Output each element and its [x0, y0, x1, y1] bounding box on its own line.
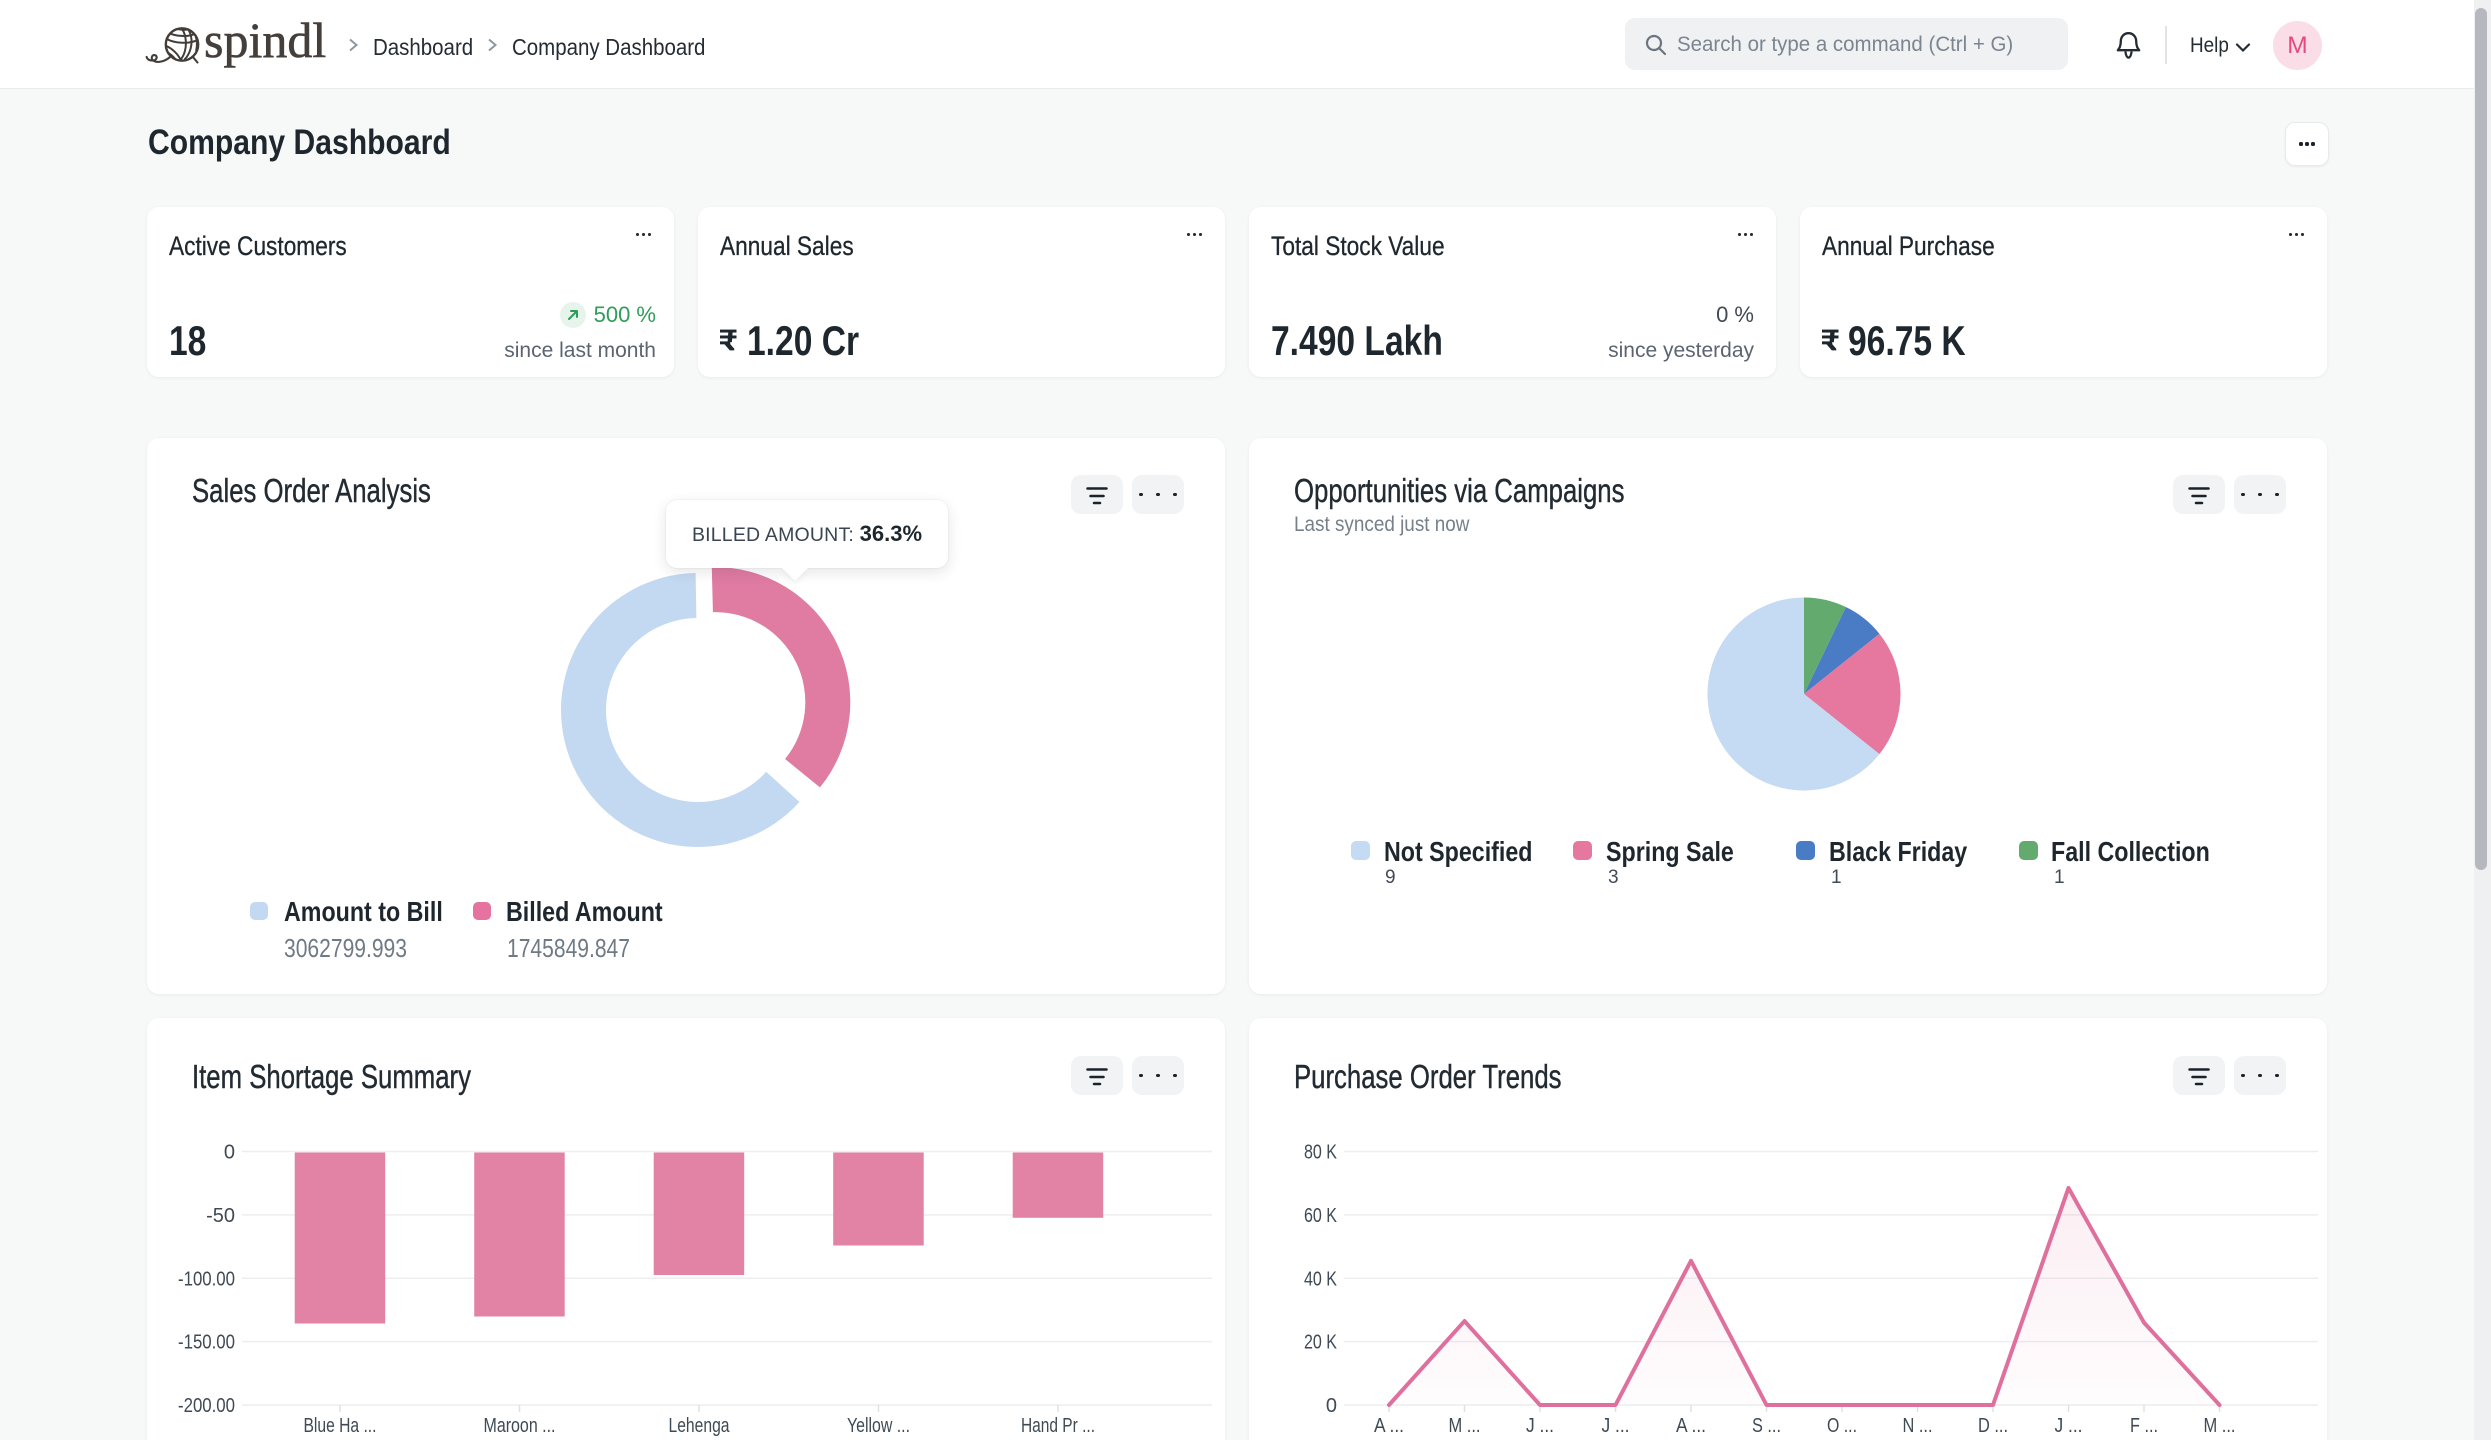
svg-text:80 K: 80 K	[1304, 1142, 1338, 1164]
svg-text:F ...: F ...	[2130, 1415, 2158, 1437]
svg-text:20 K: 20 K	[1304, 1332, 1338, 1354]
svg-text:-100.00: -100.00	[178, 1268, 235, 1290]
svg-text:60 K: 60 K	[1304, 1205, 1338, 1227]
svg-text:-200.00: -200.00	[178, 1395, 235, 1417]
svg-text:-150.00: -150.00	[178, 1332, 235, 1354]
svg-text:0: 0	[224, 1142, 235, 1164]
svg-text:-50: -50	[206, 1205, 235, 1227]
svg-text:M ...: M ...	[2204, 1415, 2236, 1437]
svg-text:S ...: S ...	[1752, 1415, 1781, 1437]
svg-text:N ...: N ...	[1903, 1415, 1933, 1437]
svg-text:A ...: A ...	[1676, 1415, 1706, 1437]
svg-text:Lehenga: Lehenga	[669, 1415, 731, 1437]
svg-text:Yellow ...: Yellow ...	[847, 1415, 910, 1437]
svg-text:A ...: A ...	[1374, 1415, 1404, 1437]
svg-text:J ...: J ...	[2055, 1415, 2083, 1437]
svg-text:J ...: J ...	[1526, 1415, 1554, 1437]
svg-text:Maroon ...: Maroon ...	[484, 1415, 556, 1437]
svg-text:Hand Pr ...: Hand Pr ...	[1021, 1415, 1095, 1437]
svg-text:M ...: M ...	[1449, 1415, 1481, 1437]
svg-text:40 K: 40 K	[1304, 1268, 1338, 1290]
svg-text:Blue Ha ...: Blue Ha ...	[304, 1415, 377, 1437]
svg-text:0: 0	[1326, 1395, 1337, 1417]
svg-text:D ...: D ...	[1978, 1415, 2008, 1437]
svg-text:J ...: J ...	[1602, 1415, 1630, 1437]
svg-text:O ...: O ...	[1827, 1415, 1857, 1437]
